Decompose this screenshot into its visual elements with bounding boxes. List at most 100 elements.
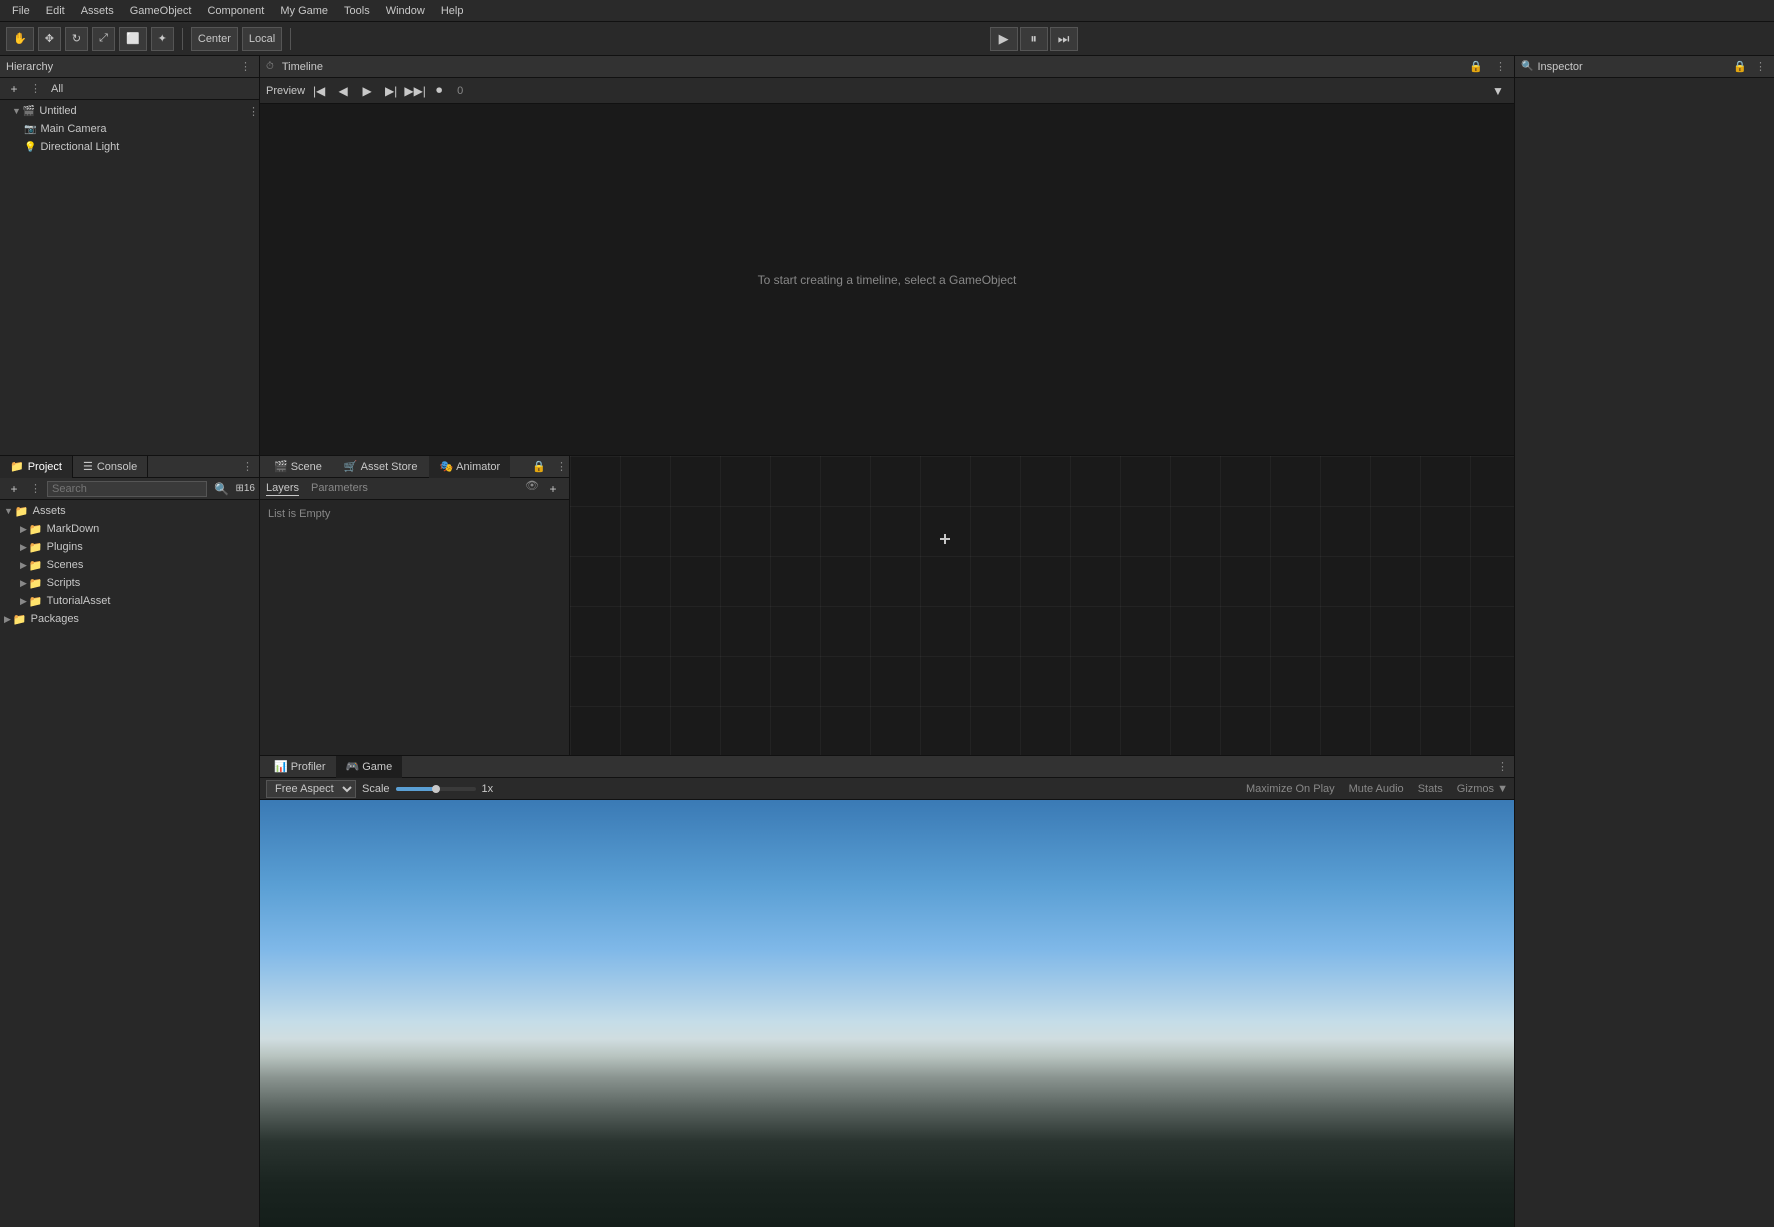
game-tab-row: 📊 Profiler 🎮 Game ⋮	[260, 756, 1514, 778]
transform-tool-button[interactable]: ✦	[151, 27, 174, 51]
hierarchy-item-untitled[interactable]: ▼ 🎬 Untitled ⋮	[0, 102, 259, 120]
tab-console[interactable]: ☰ Console	[73, 456, 148, 478]
pause-button[interactable]: ⏸	[1020, 27, 1048, 51]
assets-expand-icon: ▼	[4, 506, 13, 516]
project-item-scripts[interactable]: ▶ 📁 Scripts	[0, 574, 259, 592]
timeline-lock-icon[interactable]: 🔒	[1467, 60, 1485, 73]
timeline-start-button[interactable]: |◀	[309, 81, 329, 101]
scene-icon: 🎬	[23, 106, 35, 117]
menu-item-file[interactable]: File	[4, 3, 38, 19]
game-panel: 📊 Profiler 🎮 Game ⋮ Free Aspect Scale	[260, 756, 1514, 1227]
scale-slider[interactable]	[396, 787, 476, 791]
mute-audio-label[interactable]: Mute Audio	[1349, 783, 1404, 795]
project-item-scenes[interactable]: ▶ 📁 Scenes	[0, 556, 259, 574]
tab-animator[interactable]: 🎭 Animator	[429, 456, 510, 478]
project-item-assets[interactable]: ▼ 📁 Assets	[0, 502, 259, 520]
rotate-tool-button[interactable]: ↻	[65, 27, 88, 51]
left-panel: Hierarchy ⋮ + ⋮ All ▼ 🎬 Untitled ⋮ 📷	[0, 56, 260, 1227]
tab-project[interactable]: 📁 Project	[0, 456, 73, 478]
project-search-input[interactable]	[47, 481, 207, 497]
hierarchy-item-directional-light[interactable]: 💡 Directional Light	[0, 138, 259, 156]
menu-item-edit[interactable]: Edit	[38, 3, 73, 19]
timeline-next-frame-button[interactable]: ▶|	[381, 81, 401, 101]
scenes-folder-icon: 📁	[29, 559, 43, 572]
hierarchy-dots-icon[interactable]: ⋮	[28, 82, 43, 95]
menu-item-assets[interactable]: Assets	[73, 3, 122, 19]
timeline-play-button[interactable]: ▶	[357, 81, 377, 101]
scene-view[interactable]	[570, 456, 1514, 755]
project-panel-dots[interactable]: ⋮	[240, 460, 255, 473]
sky-background	[260, 800, 1514, 1227]
layers-tab[interactable]: Layers	[266, 482, 299, 496]
hierarchy-add-button[interactable]: +	[4, 79, 24, 99]
layers-add-button[interactable]: +	[543, 479, 563, 499]
profiler-tab-icon: 📊	[274, 760, 288, 773]
main-layout: Hierarchy ⋮ + ⋮ All ▼ 🎬 Untitled ⋮ 📷	[0, 56, 1774, 1227]
tab-profiler[interactable]: 📊 Profiler	[264, 756, 336, 778]
light-icon: 💡	[24, 142, 36, 153]
step-button[interactable]: ⏭	[1050, 27, 1078, 51]
untitled-options-icon[interactable]: ⋮	[248, 105, 259, 118]
scale-handle[interactable]	[432, 785, 440, 793]
project-options-icon[interactable]: ⋮	[28, 482, 43, 495]
filter-button[interactable]: 🔍	[211, 479, 231, 499]
menu-item-tools[interactable]: Tools	[336, 3, 378, 19]
menu-item-window[interactable]: Window	[378, 3, 433, 19]
tab-scene[interactable]: 🎬 Scene	[264, 456, 332, 478]
pivot-center-button[interactable]: Center	[191, 27, 238, 51]
project-item-markdown[interactable]: ▶ 📁 MarkDown	[0, 520, 259, 538]
scene-lock-icon[interactable]: 🔒	[530, 460, 548, 473]
gizmos-button[interactable]: Gizmos ▼	[1457, 783, 1508, 795]
scale-value-label: 1x	[482, 783, 494, 795]
stats-label[interactable]: Stats	[1418, 783, 1443, 795]
project-item-packages[interactable]: ▶ 📁 Packages	[0, 610, 259, 628]
menu-item-gameobject[interactable]: GameObject	[122, 3, 200, 19]
rect-tool-button[interactable]: ⬜	[119, 27, 147, 51]
inspector-icon: 🔍	[1521, 61, 1533, 72]
aspect-select[interactable]: Free Aspect	[266, 780, 356, 798]
game-options-icon[interactable]: ⋮	[1495, 760, 1510, 773]
profiler-tab-label: Profiler	[291, 761, 326, 773]
hand-tool-button[interactable]: ✋	[6, 27, 34, 51]
inspector-options-icon[interactable]: ⋮	[1753, 60, 1768, 73]
project-panel: 📁 Project ☰ Console ⋮ + ⋮ 🔍 ⊞16	[0, 456, 259, 1227]
hierarchy-options-icon[interactable]: ⋮	[238, 60, 253, 73]
scene-options-icon[interactable]: ⋮	[554, 460, 569, 473]
animator-tab-label: Animator	[456, 461, 500, 473]
parameters-tab[interactable]: Parameters	[311, 482, 368, 496]
menu-item-help[interactable]: Help	[433, 3, 472, 19]
menu-item-mygame[interactable]: My Game	[272, 3, 336, 19]
timeline-end-button[interactable]: ▶▶|	[405, 81, 425, 101]
hierarchy-item-main-camera[interactable]: 📷 Main Camera	[0, 120, 259, 138]
maximize-on-play-label[interactable]: Maximize On Play	[1246, 783, 1335, 795]
timeline-record-button[interactable]: ⏺	[429, 81, 449, 101]
project-item-tutorialasset[interactable]: ▶ 📁 TutorialAsset	[0, 592, 259, 610]
packages-expand-icon: ▶	[4, 614, 11, 625]
timeline-prev-frame-button[interactable]: ◀	[333, 81, 353, 101]
plugins-label: Plugins	[47, 541, 83, 553]
move-tool-button[interactable]: ✥	[38, 27, 61, 51]
project-tab-bar: 📁 Project ☰ Console ⋮	[0, 456, 259, 478]
scene-tab-icon: 🎬	[274, 460, 288, 473]
right-panel: 🔍 Inspector 🔒 ⋮	[1514, 56, 1774, 1227]
menu-item-component[interactable]: Component	[199, 3, 272, 19]
timeline-settings-button[interactable]: ▼	[1488, 81, 1508, 101]
packages-folder-icon: 📁	[13, 613, 27, 626]
tab-asset-store[interactable]: 🛒 Asset Store	[334, 456, 428, 478]
tab-game[interactable]: 🎮 Game	[336, 756, 403, 778]
project-add-button[interactable]: +	[4, 479, 24, 499]
project-item-plugins[interactable]: ▶ 📁 Plugins	[0, 538, 259, 556]
scale-label: Scale	[362, 783, 390, 795]
timeline-options-icon[interactable]: ⋮	[1493, 60, 1508, 73]
inspector-lock-icon[interactable]: 🔒	[1731, 60, 1749, 73]
animator-left-panel: 🎬 Scene 🛒 Asset Store 🎭 Animator 🔒	[260, 456, 570, 755]
pivot-local-button[interactable]: Local	[242, 27, 282, 51]
project-tree: ▼ 📁 Assets ▶ 📁 MarkDown ▶ 📁 Plugins ▶ 📁	[0, 500, 259, 1227]
toolbar: ✋ ✥ ↻ ⤢ ⬜ ✦ Center Local ▶ ⏸ ⏭	[0, 22, 1774, 56]
play-button[interactable]: ▶	[990, 27, 1018, 51]
menu-bar: File Edit Assets GameObject Component My…	[0, 0, 1774, 22]
eye-icon[interactable]: 👁	[525, 479, 539, 499]
tutorialasset-expand-icon: ▶	[20, 596, 27, 607]
scale-tool-button[interactable]: ⤢	[92, 27, 115, 51]
assets-label: Assets	[33, 505, 66, 517]
